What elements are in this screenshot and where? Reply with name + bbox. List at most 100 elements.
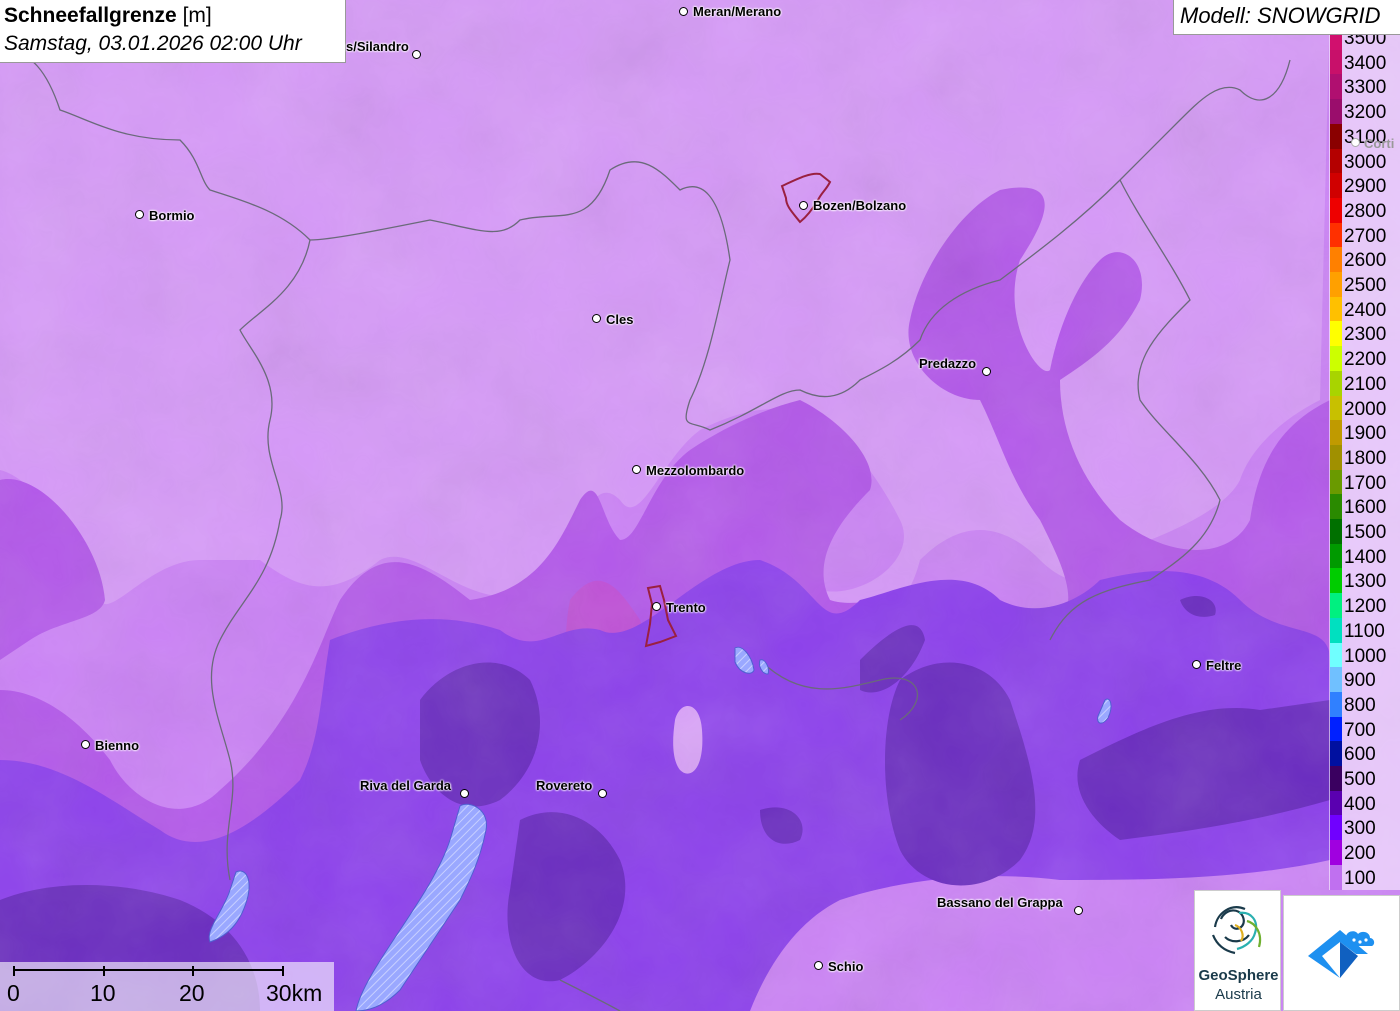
legend-label: 1400 (1344, 546, 1387, 568)
map-datetime: Samstag, 03.01.2026 02:00 Uhr (4, 32, 302, 55)
legend-swatch (1330, 395, 1342, 421)
legend-swatch (1330, 840, 1342, 866)
map-canvas[interactable] (0, 0, 1400, 1011)
city-marker-icon[interactable] (412, 50, 421, 59)
legend-label: 2100 (1344, 373, 1387, 395)
city-marker-icon[interactable] (1192, 660, 1201, 669)
geosphere-logo[interactable]: GeoSphere Austria (1194, 890, 1281, 1011)
weather-app-logo[interactable] (1283, 895, 1400, 1011)
legend-swatch (1330, 148, 1342, 174)
legend-row-1800: 1800 (1329, 444, 1400, 470)
city-marker-icon[interactable] (1074, 906, 1083, 915)
scale-label-20: 20 (179, 980, 205, 1006)
legend-swatch (1330, 568, 1342, 594)
legend-row-2800: 2800 (1329, 197, 1400, 223)
city-label: Bormio (149, 208, 195, 223)
scale-label-10: 10 (90, 980, 116, 1006)
city-marker-icon[interactable] (982, 367, 991, 376)
legend-swatch (1330, 815, 1342, 841)
legend-swatch (1330, 543, 1342, 569)
legend-row-2000: 2000 (1329, 395, 1400, 421)
legend-row-2900: 2900 (1329, 173, 1400, 199)
legend-row-1900: 1900 (1329, 420, 1400, 446)
city-label: Cles (606, 312, 634, 327)
city-marker-icon[interactable] (814, 961, 823, 970)
legend-label: 3500 (1344, 35, 1387, 49)
legend-row-2100: 2100 (1329, 370, 1400, 396)
city-label: Bienno (95, 738, 140, 753)
legend-label: 2900 (1344, 176, 1387, 198)
legend-label: 3200 (1344, 102, 1387, 124)
legend-row-700: 700 (1329, 716, 1400, 742)
city-label: Riva del Garda (360, 778, 452, 793)
legend-row-1200: 1200 (1329, 593, 1400, 619)
city-marker-icon[interactable] (679, 7, 688, 16)
legend-row-2200: 2200 (1329, 346, 1400, 372)
city-marker-icon[interactable] (592, 314, 601, 323)
legend-swatch (1330, 864, 1342, 890)
city-marker-icon[interactable] (799, 201, 808, 210)
legend-row-200: 200 (1329, 840, 1400, 866)
legend-swatch (1330, 444, 1342, 470)
legend-row-100: 100 (1329, 864, 1400, 890)
legend-row-3200: 3200 (1329, 99, 1400, 125)
legend-swatch (1330, 370, 1342, 396)
model-label: Modell: SNOWGRID (1173, 0, 1400, 35)
legend-swatch (1330, 667, 1342, 693)
city-label: Corti (1364, 136, 1395, 151)
legend-label: 2600 (1344, 250, 1387, 272)
legend-row-3500: 3500 (1329, 35, 1400, 50)
legend-label: 800 (1344, 694, 1376, 716)
legend-label: 100 (1344, 867, 1376, 889)
city-label: Mezzolombardo (646, 463, 745, 478)
legend-row-2400: 2400 (1329, 296, 1400, 322)
legend-label: 1200 (1344, 596, 1387, 618)
legend-swatch (1330, 469, 1342, 495)
city-label: Bozen/Bolzano (813, 198, 907, 213)
legend-row-3000: 3000 (1329, 148, 1400, 174)
legend-row-1700: 1700 (1329, 469, 1400, 495)
city-label: Schio (828, 959, 864, 974)
legend-label: 1800 (1344, 447, 1387, 469)
legend-row-1300: 1300 (1329, 568, 1400, 594)
legend-row-3300: 3300 (1329, 74, 1400, 100)
city-marker-icon[interactable] (460, 789, 469, 798)
legend-row-2500: 2500 (1329, 272, 1400, 297)
city-label: Predazzo (919, 356, 977, 371)
city-label: Trento (666, 600, 706, 615)
city-marker-icon[interactable] (598, 789, 607, 798)
legend-swatch (1330, 420, 1342, 446)
legend-swatch (1330, 173, 1342, 199)
snow-cloud-icon (1308, 930, 1375, 978)
legend-row-1500: 1500 (1329, 519, 1400, 544)
legend-swatch (1330, 35, 1342, 50)
legend-row-2700: 2700 (1329, 222, 1400, 248)
legend-swatch (1330, 617, 1342, 643)
legend-row-800: 800 (1329, 691, 1400, 717)
geosphere-name: GeoSphere (1198, 967, 1279, 984)
legend-row-1000: 1000 (1329, 642, 1400, 668)
legend-swatch (1330, 222, 1342, 248)
legend-label: 1000 (1344, 645, 1387, 667)
legend-swatch (1330, 593, 1342, 619)
legend-swatch (1330, 272, 1342, 297)
legend-row-1400: 1400 (1329, 543, 1400, 569)
scale-label-30: 30km (266, 980, 323, 1006)
city-marker-icon[interactable] (135, 210, 144, 219)
legend-row-3400: 3400 (1329, 49, 1400, 75)
legend-swatch (1330, 99, 1342, 125)
legend-label: 2800 (1344, 200, 1387, 222)
legend-label: 1500 (1344, 522, 1387, 543)
city-marker-icon[interactable] (652, 602, 661, 611)
geosphere-swirl-icon (1211, 906, 1262, 955)
city-marker-icon[interactable] (632, 465, 641, 474)
color-legend: 3500 3400 3300 3200 3100 3000 2900 2800 2700 2600… (1329, 35, 1400, 890)
city-marker-icon[interactable] (81, 740, 90, 749)
city-marker-icon[interactable] (1351, 138, 1360, 147)
city-label: Bassano del Grappa (937, 895, 1063, 910)
legend-swatch (1330, 766, 1342, 791)
legend-label: 1600 (1344, 497, 1387, 519)
legend-label: 1900 (1344, 423, 1387, 445)
scale-label-0: 0 (7, 980, 20, 1006)
legend-label: 2300 (1344, 324, 1387, 346)
